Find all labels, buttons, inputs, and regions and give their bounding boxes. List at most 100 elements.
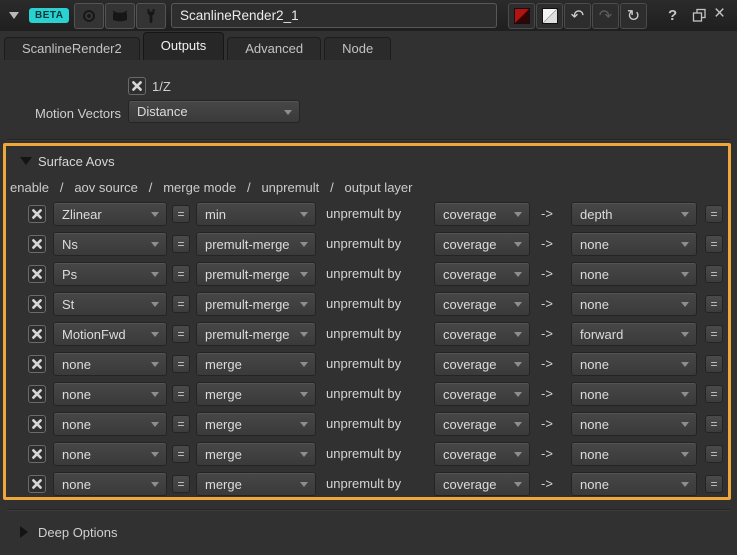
output-layer-dropdown[interactable]: none	[571, 262, 697, 286]
enable-checkbox[interactable]	[28, 205, 46, 223]
output-layer-expression-button[interactable]: =	[705, 295, 723, 313]
merge-mode-dropdown[interactable]: min	[196, 202, 316, 226]
chevron-down-icon	[514, 272, 522, 277]
aov-source-expression-button[interactable]: =	[172, 415, 190, 433]
unpremult-channel-dropdown[interactable]: coverage	[434, 442, 530, 466]
output-layer-expression-button[interactable]: =	[705, 205, 723, 223]
unpremult-by-label: unpremult by	[326, 206, 401, 221]
foreground-color-button[interactable]	[508, 3, 535, 29]
unpremult-channel-dropdown[interactable]: coverage	[434, 262, 530, 286]
aov-source-expression-button[interactable]: =	[172, 475, 190, 493]
enable-checkbox[interactable]	[28, 235, 46, 253]
output-layer-dropdown[interactable]: none	[571, 382, 697, 406]
output-layer-expression-button[interactable]: =	[705, 385, 723, 403]
aov-source-dropdown[interactable]: none	[53, 352, 167, 376]
unpremult-channel-dropdown[interactable]: coverage	[434, 322, 530, 346]
surface-aovs-disclosure-icon[interactable]	[20, 157, 32, 165]
output-layer-expression-button[interactable]: =	[705, 475, 723, 493]
output-layer-dropdown[interactable]: none	[571, 412, 697, 436]
chevron-down-icon	[151, 332, 159, 337]
output-layer-expression-button[interactable]: =	[705, 415, 723, 433]
merge-mode-dropdown[interactable]: merge	[196, 382, 316, 406]
enable-checkbox[interactable]	[28, 385, 46, 403]
arrow-label: ->	[541, 206, 553, 221]
aov-source-expression-button[interactable]: =	[172, 205, 190, 223]
aov-row: Zlinear = min unpremult by coverage -> d…	[0, 202, 737, 226]
center-viewer-button[interactable]	[74, 3, 104, 29]
background-color-button[interactable]	[536, 3, 563, 29]
aov-source-expression-button[interactable]: =	[172, 325, 190, 343]
motion-vectors-label: Motion Vectors	[0, 106, 121, 121]
enable-checkbox[interactable]	[28, 445, 46, 463]
merge-mode-dropdown[interactable]: premult-merge	[196, 322, 316, 346]
chevron-down-icon	[681, 272, 689, 277]
merge-mode-dropdown[interactable]: merge	[196, 352, 316, 376]
enable-checkbox[interactable]	[28, 295, 46, 313]
aov-source-expression-button[interactable]: =	[172, 235, 190, 253]
redo-button[interactable]: ↷	[592, 3, 619, 29]
unpremult-channel-dropdown[interactable]: coverage	[434, 472, 530, 496]
output-layer-expression-button[interactable]: =	[705, 265, 723, 283]
unpremult-channel-dropdown[interactable]: coverage	[434, 202, 530, 226]
revert-button[interactable]: ↻	[620, 3, 647, 29]
output-layer-dropdown[interactable]: none	[571, 352, 697, 376]
settings-button[interactable]	[136, 3, 166, 29]
aov-source-dropdown[interactable]: Ns	[53, 232, 167, 256]
close-button[interactable]: ×	[714, 3, 725, 25]
aov-source-dropdown[interactable]: MotionFwd	[53, 322, 167, 346]
aov-source-dropdown[interactable]: St	[53, 292, 167, 316]
output-layer-dropdown[interactable]: none	[571, 232, 697, 256]
unpremult-channel-dropdown[interactable]: coverage	[434, 382, 530, 406]
node-name-input[interactable]	[171, 3, 497, 28]
mask-button[interactable]	[105, 3, 135, 29]
output-layer-dropdown[interactable]: none	[571, 292, 697, 316]
aov-source-dropdown[interactable]: none	[53, 412, 167, 436]
output-layer-expression-button[interactable]: =	[705, 355, 723, 373]
output-layer-dropdown[interactable]: none	[571, 472, 697, 496]
output-layer-expression-button[interactable]: =	[705, 235, 723, 253]
unpremult-channel-dropdown[interactable]: coverage	[434, 412, 530, 436]
enable-checkbox[interactable]	[28, 355, 46, 373]
aov-source-expression-button[interactable]: =	[172, 265, 190, 283]
aov-source-expression-button[interactable]: =	[172, 445, 190, 463]
undo-button[interactable]: ↶	[564, 3, 591, 29]
output-layer-dropdown[interactable]: forward	[571, 322, 697, 346]
merge-mode-dropdown[interactable]: merge	[196, 472, 316, 496]
enable-checkbox[interactable]	[28, 475, 46, 493]
output-layer-dropdown[interactable]: none	[571, 442, 697, 466]
tab-scanlinerender2[interactable]: ScanlineRender2	[4, 37, 140, 60]
merge-mode-dropdown[interactable]: premult-merge	[196, 232, 316, 256]
motion-vectors-dropdown[interactable]: Distance	[128, 100, 300, 123]
output-layer-dropdown[interactable]: depth	[571, 202, 697, 226]
one-over-z-checkbox[interactable]	[128, 77, 146, 95]
aov-source-expression-button[interactable]: =	[172, 295, 190, 313]
aov-source-dropdown[interactable]: Ps	[53, 262, 167, 286]
tab-node[interactable]: Node	[324, 37, 391, 60]
enable-checkbox[interactable]	[28, 415, 46, 433]
chevron-down-icon	[681, 422, 689, 427]
tab-advanced[interactable]: Advanced	[227, 37, 321, 60]
aov-source-dropdown[interactable]: none	[53, 472, 167, 496]
unpremult-channel-dropdown[interactable]: coverage	[434, 352, 530, 376]
aov-source-dropdown[interactable]: none	[53, 442, 167, 466]
enable-checkbox[interactable]	[28, 325, 46, 343]
output-layer-expression-button[interactable]: =	[705, 445, 723, 463]
aov-source-dropdown[interactable]: Zlinear	[53, 202, 167, 226]
merge-mode-dropdown[interactable]: merge	[196, 412, 316, 436]
chevron-down-icon	[514, 302, 522, 307]
unpremult-channel-dropdown[interactable]: coverage	[434, 292, 530, 316]
merge-mode-dropdown[interactable]: premult-merge	[196, 262, 316, 286]
help-button[interactable]: ?	[668, 7, 677, 24]
aov-source-expression-button[interactable]: =	[172, 355, 190, 373]
panel-disclosure-icon[interactable]	[9, 12, 19, 19]
merge-mode-dropdown[interactable]: premult-merge	[196, 292, 316, 316]
merge-mode-dropdown[interactable]: merge	[196, 442, 316, 466]
aov-source-expression-button[interactable]: =	[172, 385, 190, 403]
deep-options-disclosure-icon[interactable]	[20, 526, 28, 538]
output-layer-expression-button[interactable]: =	[705, 325, 723, 343]
aov-source-dropdown[interactable]: none	[53, 382, 167, 406]
float-window-button[interactable]	[692, 8, 707, 28]
enable-checkbox[interactable]	[28, 265, 46, 283]
unpremult-channel-dropdown[interactable]: coverage	[434, 232, 530, 256]
tab-outputs[interactable]: Outputs	[143, 32, 225, 60]
